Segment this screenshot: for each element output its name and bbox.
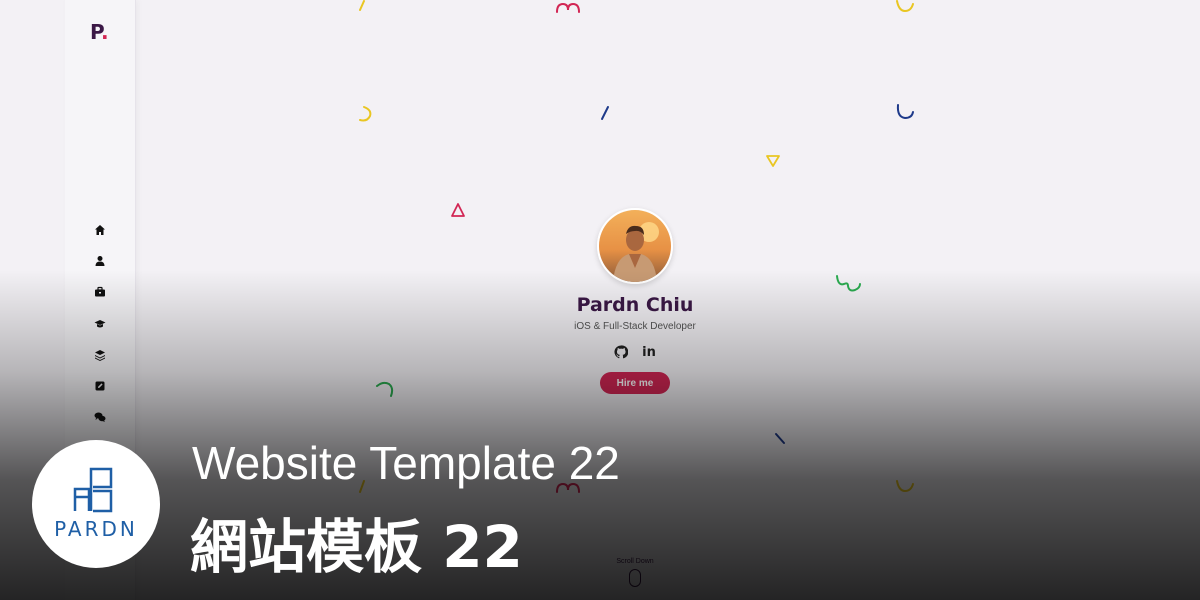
- nav-education[interactable]: [88, 312, 112, 336]
- scroll-label: Scroll Down: [616, 558, 654, 565]
- decor-line-yellow-top: [359, 0, 365, 11]
- decor-triangle-yellow: [766, 155, 780, 167]
- linkedin-icon: in: [642, 344, 656, 360]
- decor-line-blue-lower: [775, 433, 785, 444]
- decor-wave-red-top: [556, 2, 580, 13]
- decor-arc-green: [376, 381, 394, 397]
- decor-triangle-red: [451, 203, 465, 217]
- pardn-logo-icon: [73, 467, 113, 513]
- brand-badge: PARDN: [32, 440, 160, 568]
- nav-about[interactable]: [88, 249, 112, 273]
- profile-name: Pardn Chiu: [576, 294, 694, 316]
- banner-subtitle: 網站模板 22: [190, 513, 523, 581]
- user-icon: [95, 256, 105, 267]
- decor-arc-yellow-lower: [896, 480, 914, 493]
- briefcase-icon: [95, 287, 105, 297]
- hero-profile: Pardn Chiu iOS & Full-Stack Developer in…: [535, 208, 735, 394]
- profile-role: iOS & Full-Stack Developer: [574, 321, 696, 332]
- linkedin-link[interactable]: in: [641, 344, 657, 360]
- decor-line-blue: [601, 106, 609, 120]
- scroll-indicator[interactable]: Scroll Down: [600, 558, 670, 587]
- decor-arc-yellow: [359, 106, 372, 122]
- sidebar-nav: [88, 218, 112, 436]
- home-icon: [95, 225, 105, 235]
- nav-portfolio[interactable]: [88, 374, 112, 398]
- site-logo[interactable]: P.: [90, 20, 109, 44]
- avatar: [597, 208, 673, 284]
- nav-skills[interactable]: [88, 343, 112, 367]
- mouse-icon: [629, 569, 641, 587]
- nav-home[interactable]: [88, 218, 112, 242]
- hire-me-button[interactable]: Hire me: [600, 372, 670, 394]
- layers-icon: [95, 349, 105, 361]
- nav-contact[interactable]: [88, 405, 112, 429]
- graduation-cap-icon: [94, 319, 106, 328]
- edit-icon: [95, 381, 105, 391]
- nav-experience[interactable]: [88, 280, 112, 304]
- github-icon: [614, 345, 628, 359]
- chat-icon: [94, 412, 106, 423]
- banner-title: Website Template 22: [192, 437, 620, 489]
- social-links: in: [535, 344, 735, 360]
- decor-wave-green: [836, 275, 861, 292]
- github-link[interactable]: [613, 344, 629, 360]
- decor-arc-yellow-top: [896, 0, 914, 13]
- decor-arc-blue: [896, 104, 914, 120]
- brand-wordmark: PARDN: [54, 517, 138, 541]
